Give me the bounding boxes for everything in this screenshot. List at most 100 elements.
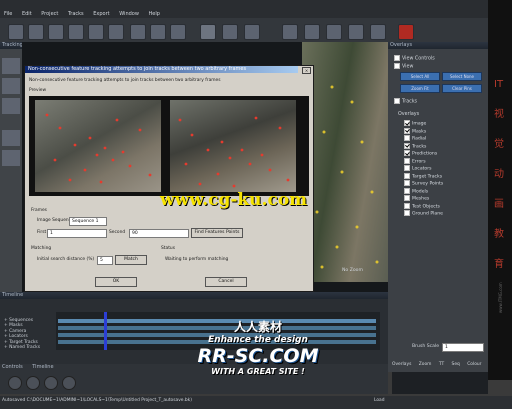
side-watermark-url: www.ITMG.com [498,282,503,313]
play-backward-button[interactable] [8,376,22,390]
toolbar-button[interactable] [170,24,186,40]
step-forward-button[interactable] [62,376,76,390]
bottom-tab-overlays[interactable]: Overlays [392,362,411,367]
overlay-item[interactable]: Locators [404,165,484,173]
rr-watermark-mid: Enhance the design [208,335,308,345]
brush-scale-label: Brush Scale [412,344,440,349]
overlay-item[interactable]: Survey Points [404,180,484,188]
toolbar-button[interactable] [8,24,24,40]
toolbar-button[interactable] [130,24,146,40]
toolbar-button[interactable] [88,24,104,40]
toolbar-button[interactable] [48,24,64,40]
tracks-label: Tracks [394,98,417,105]
toolbar-button[interactable] [244,24,260,40]
dialog-close-button[interactable]: × [302,67,311,74]
toolbar-button[interactable] [150,24,166,40]
menu-window[interactable]: Window [119,11,139,17]
tracking-tool[interactable] [2,58,20,74]
menu-export[interactable]: Export [93,11,109,17]
overlay-item[interactable]: Tracks [404,142,484,151]
overlay-item[interactable]: Test Objects [404,202,484,211]
toolbar-button[interactable] [282,24,298,40]
toolbar-button[interactable] [348,24,364,40]
tracking-tool[interactable] [2,130,20,146]
overlay-item[interactable]: Errors [404,157,484,166]
overlay-item[interactable]: Ground Plane [404,210,484,218]
status-text: Waiting to perform matching [165,257,229,262]
bottom-tab-colour[interactable]: Colour [467,362,481,367]
feature-points-first [45,113,152,184]
bottom-right-area [392,372,488,394]
view-controls-label: View Controls [394,55,435,62]
toolbar-button[interactable] [68,24,84,40]
overlay-item[interactable]: Target Tracks [404,172,484,181]
tracking-tool[interactable] [2,150,20,166]
status-path: Autosaved C:\DOCUME~1\ADMINI~1\LOCALS~1\… [2,398,192,403]
tracking-tool[interactable] [2,78,20,94]
timeline-tab[interactable]: Timeline [32,364,53,370]
match-button[interactable]: Match [115,255,147,265]
cgku-watermark: www.cg-ku.com [160,190,308,210]
bottom-tab-seq[interactable]: Seq [452,362,460,367]
toolbar-button[interactable] [222,24,238,40]
viewer-track-overlay [310,70,379,269]
initial-search-label: Initial search distance (%) [37,257,95,262]
side-watermark-text: IT视觉动画教育 [494,79,504,270]
stop-button[interactable] [44,376,58,390]
tab-tracking[interactable]: Tracking [0,42,23,49]
timeline-track[interactable]: + Named Tracks [4,345,56,350]
bottom-tabs: Overlays Zoom TT Seq Colour [392,362,488,370]
initial-search-input[interactable]: 5 [97,256,113,265]
toolbar-button[interactable] [28,24,44,40]
rr-watermark-bottom: WITH A GREAT SITE ! [211,367,305,376]
menu-items: File Edit Project Tracks Export Window H… [4,11,334,17]
zoom-fit-button[interactable]: Zoom Fit [400,84,440,93]
overlays-title: Overlays [398,112,420,117]
tracks-toggle[interactable] [394,98,400,104]
tab-overlays[interactable]: Overlays [388,42,488,49]
feature-tracking-dialog: Non-consecutive feature tracking attempt… [24,65,314,292]
timeline-title[interactable]: Timeline [0,292,388,299]
bottom-tab-zoom[interactable]: Zoom [419,362,432,367]
timeline-playhead[interactable] [104,312,107,350]
menu-project[interactable]: Project [41,11,58,17]
overlay-item[interactable]: Masks [404,127,484,136]
toolbar-button[interactable] [370,24,386,40]
overlay-item[interactable]: Radial [404,135,484,143]
view-label: View [394,63,413,70]
first-label: First [37,230,47,235]
second-frame-input[interactable]: 90 [129,229,189,238]
cancel-button[interactable]: Cancel [205,277,247,287]
find-features-button[interactable]: Find Features Points [191,228,243,238]
first-frame-input[interactable]: 1 [47,229,107,238]
menu-tracks[interactable]: Tracks [68,11,84,17]
toolbar-button[interactable] [304,24,320,40]
select-none-button[interactable]: Select None [442,72,482,81]
dialog-title: Non-consecutive feature tracking attempt… [25,66,298,73]
overlay-item[interactable]: Image [404,120,484,128]
view-controls-toggle[interactable] [394,55,400,61]
overlay-item[interactable]: Meshes [404,195,484,203]
image-sequence-select[interactable]: Sequence 1 [69,217,107,226]
select-all-button[interactable]: Select All [400,72,440,81]
overlay-item[interactable]: Predictions [404,150,484,158]
toolbar-button[interactable] [200,24,216,40]
menu-edit[interactable]: Edit [22,11,32,17]
overlay-item[interactable]: Models [404,187,484,196]
rr-watermark-logo: RR-SC.COM [197,345,319,367]
clear-pins-button[interactable]: Clear Pins [442,84,482,93]
rr-watermark-top: 人人素材 [233,320,282,334]
ok-button[interactable]: OK [95,277,137,287]
view-toggle[interactable] [394,63,400,69]
play-button[interactable] [26,376,40,390]
toolbar-button[interactable] [108,24,124,40]
menu-file[interactable]: File [4,11,12,17]
status-right: Load [374,398,385,403]
tracking-tool[interactable] [2,98,20,114]
controls-tab[interactable]: Controls [2,364,23,370]
menu-help[interactable]: Help [149,11,160,17]
close-icon[interactable] [398,24,414,40]
brush-scale-input[interactable]: 1 [442,343,484,352]
toolbar-button[interactable] [326,24,342,40]
bottom-tab-tt[interactable]: TT [439,362,444,367]
